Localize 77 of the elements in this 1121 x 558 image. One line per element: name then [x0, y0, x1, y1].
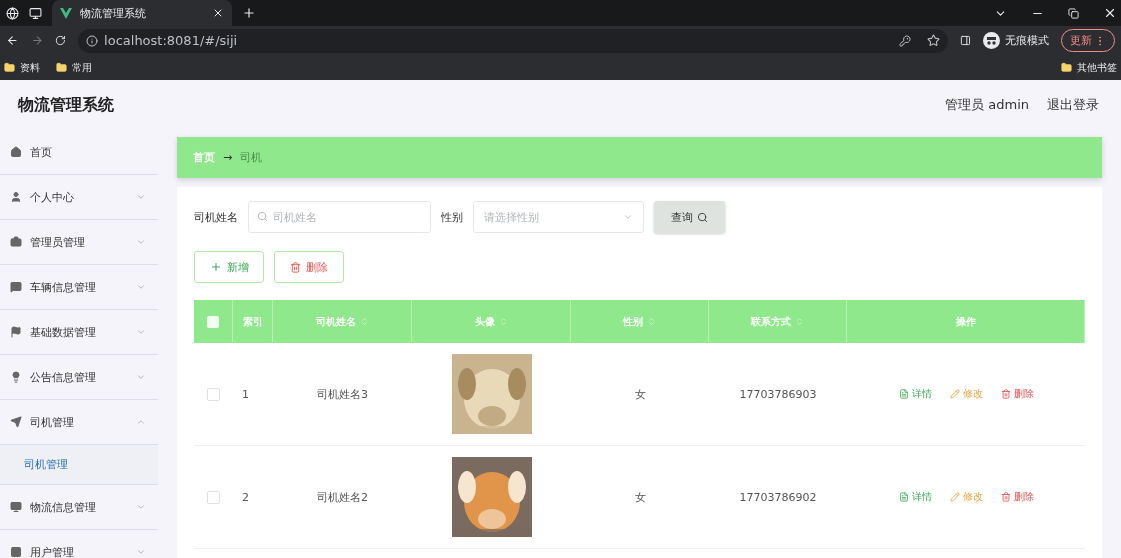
table-cell-text: 17703786902	[738, 489, 818, 506]
restore-icon[interactable]	[1068, 7, 1079, 19]
name-search-field[interactable]: 司机姓名	[248, 201, 431, 233]
pencil-icon	[949, 492, 960, 502]
trash-icon	[1000, 389, 1011, 399]
breadcrumb-item: 司机	[240, 150, 263, 165]
row-checkbox[interactable]	[207, 387, 220, 401]
delete-button[interactable]: 删除	[274, 251, 344, 283]
key-icon[interactable]	[899, 34, 912, 47]
back-icon[interactable]	[6, 33, 19, 48]
chevron-down-icon	[136, 372, 146, 382]
table-cell-text: 女	[633, 489, 647, 506]
table-cell-text: 女	[633, 386, 647, 403]
search-icon	[697, 211, 708, 223]
info-icon	[86, 34, 99, 47]
sidebar-item[interactable]: 车辆信息管理	[0, 265, 158, 310]
close-window-icon[interactable]	[1103, 6, 1117, 20]
new-tab-icon[interactable]	[242, 6, 256, 20]
sidebar-item[interactable]: 个人中心	[0, 175, 158, 220]
folder-icon	[1061, 62, 1072, 73]
row-action-link[interactable]: 删除	[1000, 387, 1034, 401]
sidebar-item[interactable]: 基础数据管理	[0, 310, 158, 355]
user-label: 管理员 admin	[945, 96, 1029, 114]
chevron-down-icon	[136, 192, 146, 202]
chevron-up-icon	[136, 417, 146, 427]
table-cell-text: 17703786903	[738, 386, 818, 403]
plus-icon	[209, 261, 222, 273]
select-all-checkbox[interactable]	[207, 315, 219, 328]
field-label: 司机姓名	[194, 209, 238, 225]
column-header: 操作	[847, 300, 1085, 343]
browser-tab[interactable]: 物流管理系统	[52, 0, 232, 26]
table-cell-text: 司机姓名2	[316, 489, 369, 506]
bookmark[interactable]: 常用	[56, 60, 92, 75]
close-tab-icon[interactable]	[212, 7, 224, 19]
window-icon[interactable]	[29, 6, 42, 20]
folder-icon	[56, 62, 67, 73]
table-cell-text: 1	[241, 386, 250, 403]
star-icon[interactable]	[927, 34, 941, 47]
app-title: 物流管理系统	[18, 94, 115, 116]
logout-link[interactable]: 退出登录	[1047, 96, 1099, 114]
v-logo-icon	[60, 7, 72, 19]
chevron-down-icon	[136, 237, 146, 247]
chevron-down-icon	[136, 502, 146, 512]
column-header: 索引	[233, 300, 273, 343]
chevron-down-icon	[136, 547, 146, 557]
document-icon	[898, 389, 909, 399]
pencil-icon	[949, 389, 960, 399]
row-checkbox[interactable]	[207, 490, 220, 504]
bookmark[interactable]: 资料	[4, 60, 40, 75]
row-action-link[interactable]: 删除	[1000, 490, 1034, 504]
sidebar-item[interactable]: 物流信息管理	[0, 485, 158, 530]
chevron-down-icon	[623, 212, 633, 222]
address-bar[interactable]: localhost:8081/#/siji	[78, 28, 949, 53]
table-cell-text: 2	[241, 489, 250, 506]
incognito-icon[interactable]	[983, 32, 1000, 49]
search-icon	[257, 211, 268, 222]
folder-icon	[4, 62, 15, 73]
chevron-down-icon	[136, 282, 146, 292]
document-icon	[898, 492, 909, 502]
other-bookmarks[interactable]: 其他书签	[1061, 60, 1117, 75]
sidebar-item[interactable]: 首页	[0, 130, 158, 175]
trash-icon	[1000, 492, 1011, 502]
trash-icon	[290, 261, 301, 273]
breadcrumb-arrow: →	[223, 151, 233, 164]
chevron-down-icon	[136, 327, 146, 337]
forward-icon[interactable]	[30, 33, 44, 48]
sidebar-item[interactable]: 公告信息管理	[0, 355, 158, 400]
sidebar-item[interactable]: 用户管理	[0, 530, 158, 558]
reload-icon[interactable]	[55, 34, 67, 47]
query-button[interactable]: 查询	[654, 201, 725, 233]
globe-icon[interactable]	[6, 6, 19, 20]
sidebar-item[interactable]: 管理员管理	[0, 220, 158, 265]
side-panel-icon[interactable]	[960, 34, 971, 47]
incognito-label: 无痕模式	[1005, 33, 1049, 48]
sidebar-subitem[interactable]: 司机管理	[0, 445, 158, 485]
field-label: 性别	[441, 209, 463, 225]
table-cell-text: 司机姓名3	[316, 386, 369, 403]
